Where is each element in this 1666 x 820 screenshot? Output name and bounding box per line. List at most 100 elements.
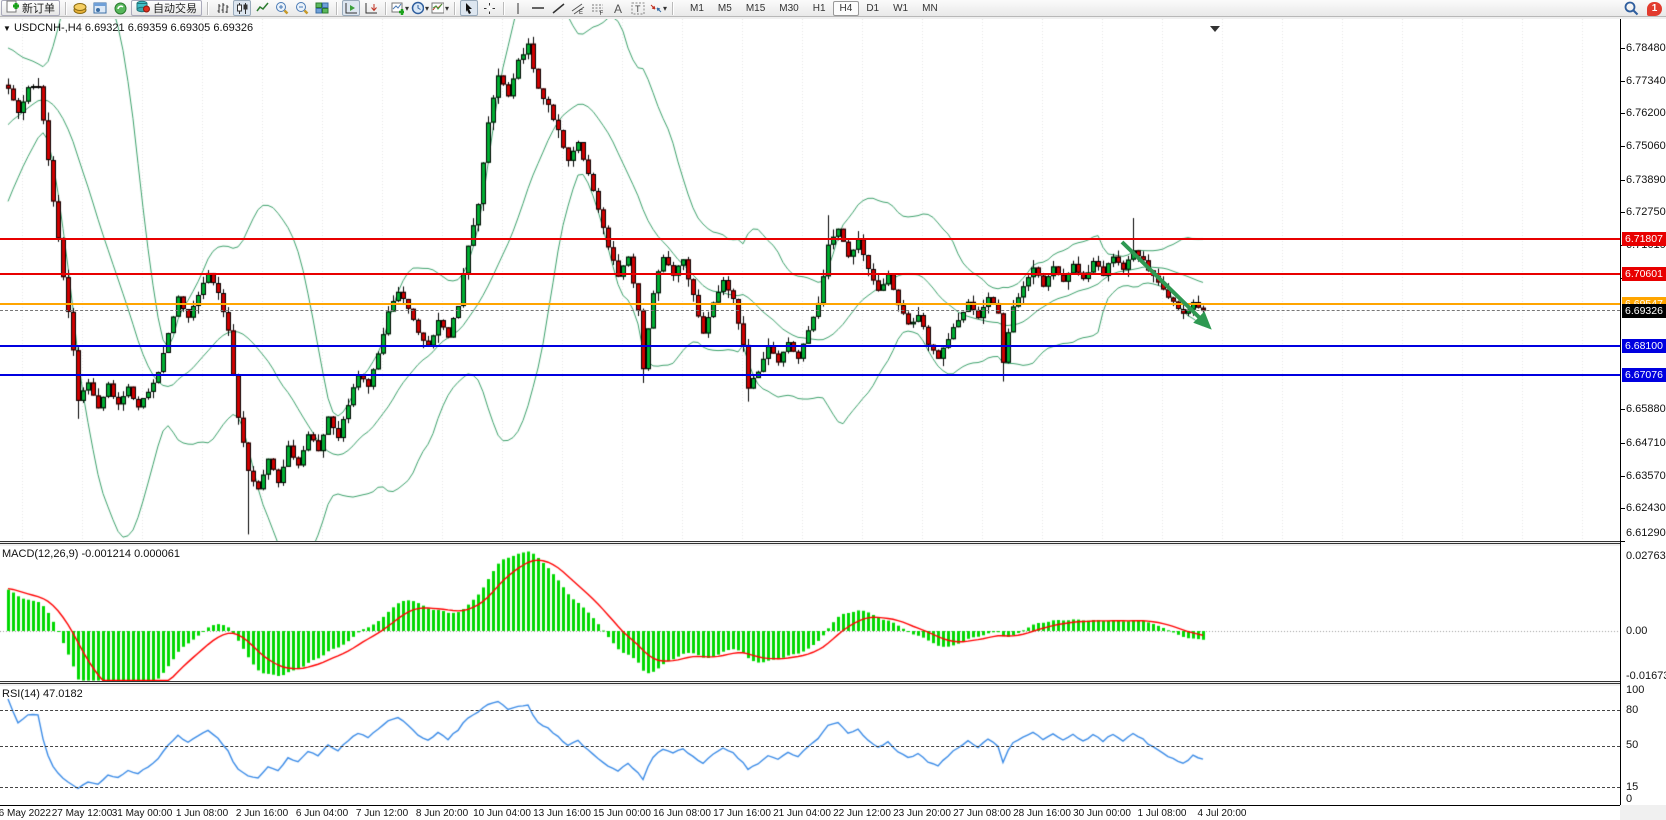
- toolbar: 新订单 自动交易 ▾: [0, 0, 1666, 17]
- time-label: 16 Jun 08:00: [653, 808, 711, 819]
- tick-mark: [1621, 541, 1625, 542]
- vertical-line-tool-icon[interactable]: [509, 0, 527, 16]
- timeframe-button-h4[interactable]: H4: [833, 1, 860, 16]
- equidistant-channel-tool-icon[interactable]: E: [569, 0, 587, 16]
- crosshair-icon[interactable]: [480, 0, 498, 16]
- dropdown-caret-icon: ▾: [425, 4, 429, 13]
- rsi-label: RSI(14) 47.0182: [2, 688, 83, 700]
- macd-values: -0.001214 0.000061: [81, 548, 179, 560]
- timeframe-button-m15[interactable]: M15: [739, 1, 772, 16]
- symbol-name: USDCNH-,H4: [14, 22, 82, 34]
- candle-chart-mode-icon[interactable]: [233, 0, 251, 16]
- rsi-level-80: [0, 710, 1620, 711]
- navigator-icon[interactable]: [111, 0, 129, 16]
- arrows-tool-icon[interactable]: ▾: [649, 0, 667, 16]
- bid-price-line[interactable]: [0, 310, 1620, 311]
- time-label: 22 Jun 12:00: [833, 808, 891, 819]
- price-axis[interactable]: 6.784806.773406.762006.750606.738906.727…: [1620, 19, 1666, 805]
- search-icon[interactable]: [1622, 1, 1640, 17]
- text-label-tool-icon[interactable]: T: [629, 0, 647, 16]
- timeframe-button-d1[interactable]: D1: [859, 1, 886, 16]
- rsi-level-15: [0, 787, 1620, 788]
- bar-chart-mode-icon[interactable]: [213, 0, 231, 16]
- ohlc-values: 6.69321 6.69359 6.69305 6.69326: [85, 22, 253, 34]
- main-chart-panel[interactable]: ▼ USDCNH-,H4 6.69321 6.69359 6.69305 6.6…: [0, 19, 1620, 541]
- time-label: 27 May 12:00: [52, 808, 113, 819]
- new-order-icon: [6, 0, 19, 16]
- rsi-axis-label: 0: [1626, 793, 1632, 805]
- chart-shift-icon[interactable]: [342, 0, 360, 16]
- periods-icon[interactable]: ▾: [411, 0, 429, 16]
- timeframe-button-m5[interactable]: M5: [711, 1, 739, 16]
- svg-text:F: F: [600, 11, 604, 15]
- separator: [385, 2, 386, 15]
- price-badge: 6.70601: [1622, 267, 1666, 281]
- time-label: 21 Jun 04:00: [773, 808, 831, 819]
- panel-splitter[interactable]: [0, 541, 1620, 544]
- macd-name: MACD(12,26,9): [2, 548, 78, 560]
- rsi-axis-label: 15: [1626, 781, 1638, 793]
- timeframe-button-m1[interactable]: M1: [683, 1, 711, 16]
- horizontal-line-object[interactable]: [0, 273, 1620, 275]
- rsi-level-50: [0, 746, 1620, 747]
- data-window-icon[interactable]: [91, 0, 109, 16]
- time-label: 4 Jul 20:00: [1198, 808, 1247, 819]
- main-chart-canvas[interactable]: [0, 19, 1620, 541]
- svg-text:E: E: [579, 10, 583, 15]
- text-tool-icon[interactable]: A: [609, 0, 627, 16]
- fibonacci-tool-icon[interactable]: F: [589, 0, 607, 16]
- time-axis[interactable]: 26 May 202227 May 12:0031 May 00:001 Jun…: [0, 805, 1620, 820]
- auto-trading-label: 自动交易: [153, 0, 197, 16]
- separator: [672, 2, 673, 15]
- timeframe-button-h1[interactable]: H1: [806, 1, 833, 16]
- market-watch-icon[interactable]: [71, 0, 89, 16]
- cursor-icon[interactable]: [460, 0, 478, 16]
- tick-mark: [1621, 48, 1625, 49]
- dropdown-caret-icon: ▾: [663, 4, 667, 13]
- macd-canvas[interactable]: [0, 546, 1620, 681]
- zoom-out-icon[interactable]: [293, 0, 311, 16]
- tick-mark: [1621, 508, 1625, 509]
- time-label: 17 Jun 16:00: [713, 808, 771, 819]
- price-tick-label: 6.62430: [1626, 502, 1666, 514]
- line-chart-mode-icon[interactable]: [253, 0, 271, 16]
- collapse-arrow-icon[interactable]: ▼: [3, 24, 11, 33]
- timeframe-button-m30[interactable]: M30: [772, 1, 805, 16]
- auto-trading-button[interactable]: 自动交易: [131, 0, 202, 16]
- horizontal-line-object[interactable]: [0, 303, 1620, 305]
- horizontal-line-object[interactable]: [0, 345, 1620, 347]
- chart-shift-marker[interactable]: [1210, 26, 1220, 32]
- macd-panel[interactable]: MACD(12,26,9) -0.001214 0.000061: [0, 546, 1620, 681]
- trendline-tool-icon[interactable]: [549, 0, 567, 16]
- new-order-button[interactable]: 新订单: [1, 0, 60, 16]
- notification-badge[interactable]: 1: [1647, 2, 1662, 16]
- tick-mark: [1621, 212, 1625, 213]
- notification-count: 1: [1652, 3, 1658, 14]
- time-label: 26 May 2022: [0, 808, 51, 819]
- panel-splitter[interactable]: [0, 681, 1620, 684]
- tile-windows-icon[interactable]: [313, 0, 331, 16]
- template-icon[interactable]: ▾: [431, 0, 449, 16]
- rsi-panel[interactable]: RSI(14) 47.0182: [0, 686, 1620, 805]
- timeframe-button-w1[interactable]: W1: [886, 1, 915, 16]
- zoom-in-icon[interactable]: [273, 0, 291, 16]
- auto-scroll-icon[interactable]: [362, 0, 380, 16]
- horizontal-line-object[interactable]: [0, 374, 1620, 376]
- horizontal-line-tool-icon[interactable]: [529, 0, 547, 16]
- trend-arrow[interactable]: [1100, 220, 1240, 350]
- separator: [454, 2, 455, 15]
- rsi-name: RSI(14): [2, 688, 40, 700]
- time-label: 7 Jun 12:00: [356, 808, 408, 819]
- add-indicator-icon[interactable]: ▾: [391, 0, 409, 16]
- time-label: 23 Jun 20:00: [893, 808, 951, 819]
- horizontal-line-object[interactable]: [0, 238, 1620, 240]
- tick-mark: [1621, 443, 1625, 444]
- price-tick-label: 6.73890: [1626, 174, 1666, 186]
- rsi-axis-label: 50: [1626, 739, 1638, 751]
- rsi-axis-label: 100: [1626, 684, 1644, 696]
- price-tick-label: 6.72750: [1626, 206, 1666, 218]
- rsi-axis-label: 80: [1626, 704, 1638, 716]
- separator: [503, 2, 504, 15]
- timeframe-button-mn[interactable]: MN: [915, 1, 945, 16]
- time-label: 27 Jun 08:00: [953, 808, 1011, 819]
